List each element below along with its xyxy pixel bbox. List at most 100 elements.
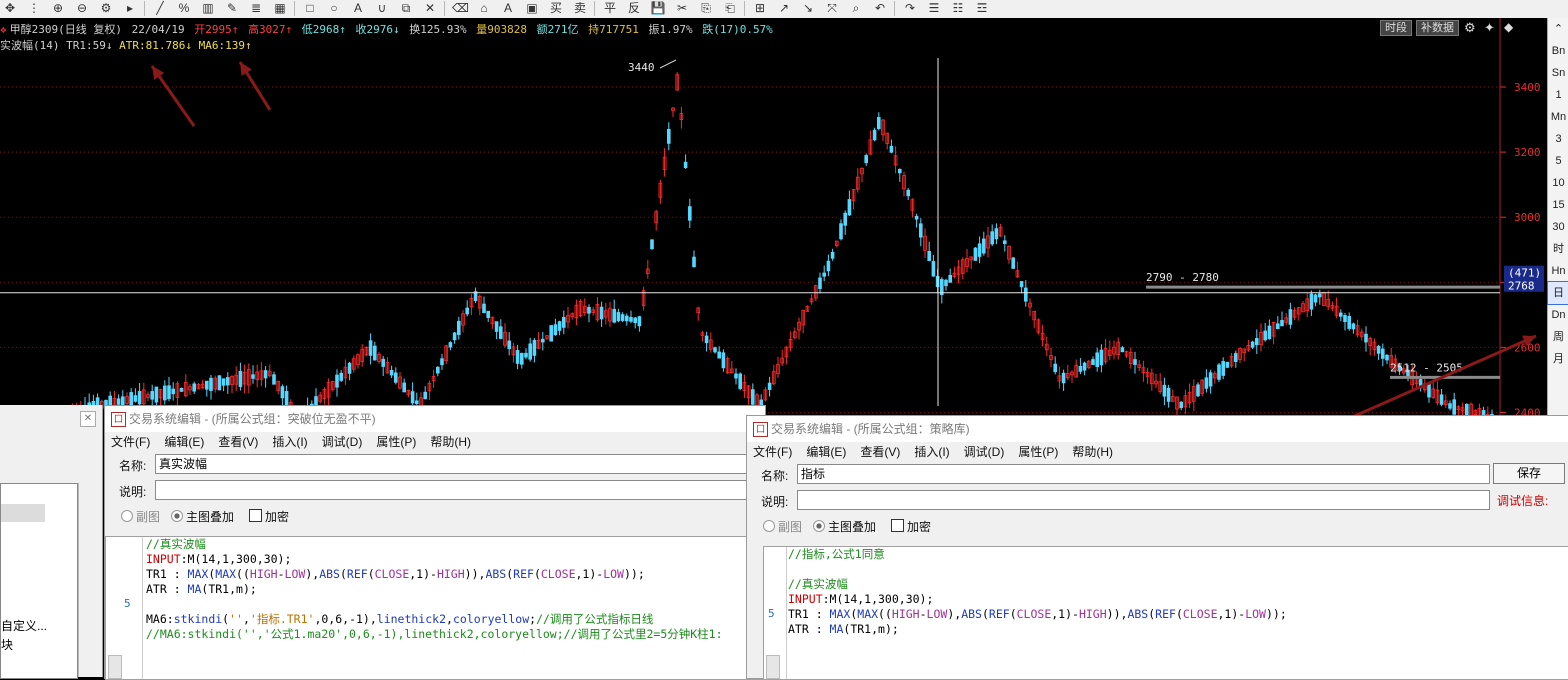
close-icon[interactable]: ✕	[80, 411, 96, 427]
menu-item-0[interactable]: 文件(F)	[111, 435, 150, 449]
home-icon[interactable]: ⌂	[476, 1, 492, 16]
trend-down-icon[interactable]: ↘	[800, 1, 816, 16]
subchart-option[interactable]: 副图	[121, 508, 160, 525]
code-line[interactable]: //指标,公式1同意	[788, 547, 1568, 562]
tree-scrollbar[interactable]	[78, 483, 95, 677]
close-position-icon[interactable]: 平	[602, 1, 618, 16]
code-editor[interactable]: 5 //指标,公式1同意 //真实波幅 INPUT:M(14,1,300,30);…	[763, 546, 1568, 680]
list-tool-icon[interactable]: ≣	[248, 1, 264, 16]
magnet-icon[interactable]: ∪	[374, 1, 390, 16]
menu-item-3[interactable]: 插入(I)	[914, 445, 949, 459]
grid-tool-icon[interactable]: ▦	[272, 1, 288, 16]
period-item-4[interactable]: 3	[1548, 128, 1568, 150]
period-item-5[interactable]: 5	[1548, 150, 1568, 172]
scrollbar-thumb[interactable]	[108, 655, 122, 679]
period-item-9[interactable]: 时	[1548, 238, 1568, 260]
trend-icon[interactable]: ↗	[776, 1, 792, 16]
save-button[interactable]: 保存	[1493, 463, 1565, 484]
code-editor[interactable]: 5 //真实波幅 INPUT:M(14,1,300,30); TR1 : MAX(M…	[105, 536, 765, 680]
grid-icon[interactable]: ⊞	[752, 1, 768, 16]
encrypt-option[interactable]: 加密	[249, 508, 289, 525]
menu-item-2[interactable]: 查看(V)	[860, 445, 900, 459]
menu-item-2[interactable]: 查看(V)	[218, 435, 258, 449]
code-line[interactable]: MA6:stkindi('','指标.TR1',0,6,-1),linethic…	[146, 612, 764, 627]
move-icon[interactable]: ✥	[2, 1, 18, 16]
undo-icon[interactable]: ↶	[872, 1, 888, 16]
menu-item-6[interactable]: 帮助(H)	[1072, 445, 1113, 459]
tree-item-block[interactable]: 块	[1, 636, 13, 653]
cut-icon[interactable]: ✂	[674, 1, 690, 16]
period-item-7[interactable]: 15	[1548, 194, 1568, 216]
star-icon[interactable]: ✦	[1484, 20, 1495, 36]
cursor-icon[interactable]: ▸	[122, 1, 138, 16]
zoom-out-icon[interactable]: ⊖	[74, 1, 90, 16]
name-input[interactable]: 真实波幅	[155, 454, 764, 474]
align3-icon[interactable]: ☲	[974, 1, 990, 16]
menu-item-5[interactable]: 属性(P)	[1018, 445, 1058, 459]
menu-item-4[interactable]: 调试(D)	[964, 445, 1005, 459]
reverse-icon[interactable]: 反	[626, 1, 642, 16]
menu-item-0[interactable]: 文件(F)	[753, 445, 792, 459]
code-text[interactable]: //真实波幅 INPUT:M(14,1,300,30); TR1 : MAX(MAX…	[146, 537, 764, 679]
desc-input[interactable]	[797, 490, 1490, 510]
code-line[interactable]: //真实波幅	[788, 577, 1568, 592]
formula-tree[interactable]: 自定义... 块	[0, 483, 78, 679]
code-line[interactable]	[788, 562, 1568, 577]
sell-icon[interactable]: 卖	[572, 1, 588, 16]
align2-icon[interactable]: ☷	[950, 1, 966, 16]
download-data-button[interactable]: 补数据	[1416, 20, 1459, 36]
frame-icon[interactable]: ▣	[524, 1, 540, 16]
menu-item-1[interactable]: 编辑(E)	[806, 445, 846, 459]
bar-tool-icon[interactable]: ▥	[200, 1, 216, 16]
delete-icon[interactable]: ✕	[422, 1, 438, 16]
period-item-12[interactable]: Dn	[1548, 304, 1568, 326]
period-item-14[interactable]: 月	[1548, 348, 1568, 370]
menu-item-1[interactable]: 编辑(E)	[164, 435, 204, 449]
find-icon[interactable]: ⌕	[848, 1, 864, 16]
align-icon[interactable]: ☰	[926, 1, 942, 16]
code-line[interactable]: //MA6:stkindi('','公式1.ma20',0,6,-1),line…	[146, 627, 764, 642]
code-line[interactable]: //真实波幅	[146, 537, 764, 552]
code-line[interactable]: ATR : MA(TR1,m);	[788, 622, 1568, 637]
pen-tool-icon[interactable]: ✎	[224, 1, 240, 16]
period-item-1[interactable]: Sn	[1548, 62, 1568, 84]
period-item-2[interactable]: 1	[1548, 84, 1568, 106]
subchart-option[interactable]: 副图	[763, 518, 802, 535]
save-icon[interactable]: 💾	[650, 1, 666, 16]
name-input[interactable]: 指标	[797, 464, 1490, 484]
redo-icon[interactable]: ↷	[902, 1, 918, 16]
rect-tool-icon[interactable]: □	[302, 1, 318, 16]
desc-input[interactable]	[155, 480, 764, 500]
diamond-icon[interactable]: ◆	[1504, 20, 1513, 34]
code-line[interactable]: ATR : MA(TR1,m);	[146, 582, 764, 597]
period-item-10[interactable]: Hn	[1548, 260, 1568, 282]
code-line[interactable]: INPUT:M(14,1,300,30);	[788, 592, 1568, 607]
clone-icon[interactable]: ⎗	[722, 1, 738, 16]
menu-item-3[interactable]: 插入(I)	[272, 435, 307, 449]
settings-icon[interactable]: ⚙	[98, 1, 114, 16]
period-item-13[interactable]: 周	[1548, 326, 1568, 348]
tree-item-custom[interactable]: 自定义...	[1, 617, 47, 634]
code-line[interactable]: INPUT:M(14,1,300,30);	[146, 552, 764, 567]
copy-icon[interactable]: ⧉	[398, 1, 414, 16]
code-line[interactable]: TR1 : MAX(MAX((HIGH-LOW),ABS(REF(CLOSE,1…	[788, 607, 1568, 622]
selected-tree-item[interactable]	[1, 504, 45, 522]
period-item-3[interactable]: Mn	[1548, 106, 1568, 128]
more-icon[interactable]: ⋮	[26, 1, 42, 16]
line-tool-icon[interactable]: ╱	[152, 1, 168, 16]
paste-icon[interactable]: ⎘	[698, 1, 714, 16]
buy-icon[interactable]: 买	[548, 1, 564, 16]
text-tool-icon[interactable]: A	[350, 1, 366, 16]
code-line[interactable]	[146, 597, 764, 612]
period-item-0[interactable]: Bn	[1548, 40, 1568, 62]
menu-item-5[interactable]: 属性(P)	[376, 435, 416, 449]
cross-icon[interactable]: ⤧	[824, 1, 840, 16]
main-overlay-option[interactable]: 主图叠加	[813, 518, 876, 535]
scrollbar-thumb[interactable]	[766, 655, 780, 679]
period-item-8[interactable]: 30	[1548, 216, 1568, 238]
time-section-button[interactable]: 时段	[1380, 20, 1412, 36]
period-item-11[interactable]: 日	[1547, 281, 1568, 305]
menu-item-4[interactable]: 调试(D)	[322, 435, 363, 449]
main-overlay-option[interactable]: 主图叠加	[171, 508, 234, 525]
period-item-6[interactable]: 10	[1548, 172, 1568, 194]
